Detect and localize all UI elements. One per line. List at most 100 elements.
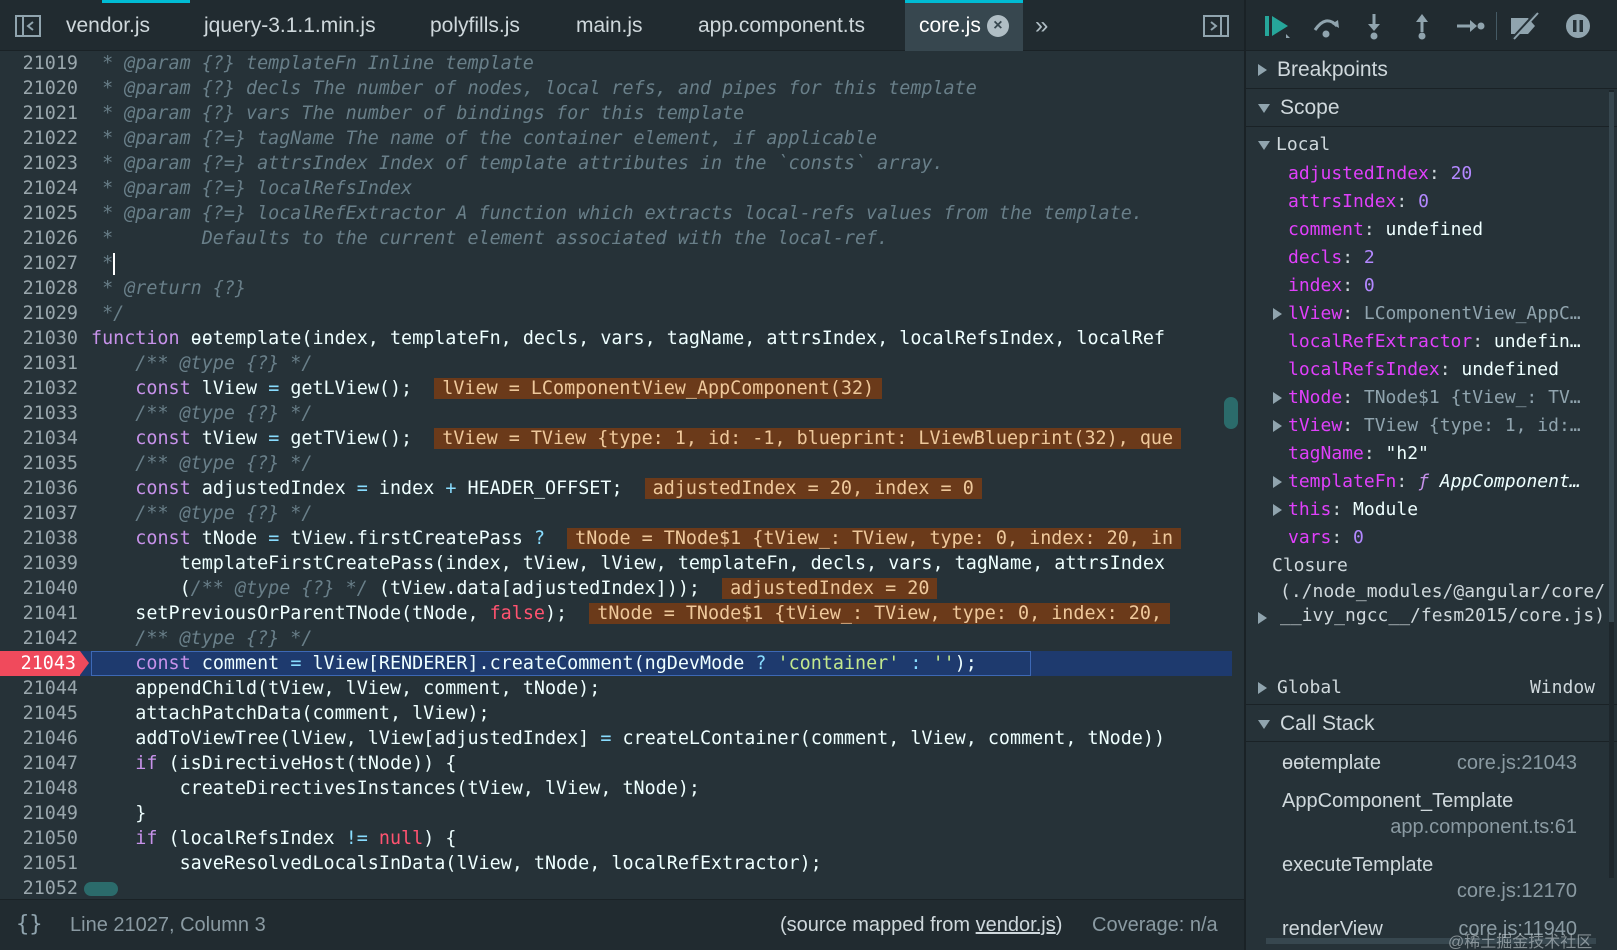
code-line[interactable]: 21029 */ [0,301,1232,326]
line-number[interactable]: 21019 [0,51,78,76]
code-line[interactable]: 21027 * [0,251,1232,276]
double-chevron-right-icon[interactable]: » [1035,12,1048,40]
execution-line-number[interactable]: 21043 [0,651,80,676]
code-line[interactable]: 21041 setPreviousOrParentTNode(tNode, fa… [0,601,1232,626]
step-out-icon[interactable] [1406,12,1438,40]
tab-vendor-js[interactable]: vendor.js [66,0,150,51]
line-number[interactable]: 21021 [0,101,78,126]
scope-variable[interactable]: this: Module [1246,496,1617,524]
line-number[interactable]: 21031 [0,351,78,376]
expand-arrow-icon[interactable] [1273,308,1282,320]
pause-on-exceptions-icon[interactable] [1562,12,1594,40]
line-number[interactable]: 21052 [0,876,78,899]
code-line[interactable]: 21019 * @param {?} templateFn Inline tem… [0,51,1232,76]
line-number[interactable]: 21027 [0,251,78,276]
code-line[interactable]: 21023 * @param {?=} attrsIndex Index of … [0,151,1232,176]
deactivate-breakpoints-icon[interactable] [1508,12,1540,40]
code-editor[interactable]: 21019 * @param {?} templateFn Inline tem… [0,51,1244,899]
code-line[interactable]: 21050 if (localRefsIndex != null) { [0,826,1232,851]
line-number[interactable]: 21044 [0,676,78,701]
call-frame[interactable]: AppComponent_Template app.component.ts:6… [1246,790,1617,848]
line-number[interactable]: 21024 [0,176,78,201]
code-line[interactable]: 21039 templateFirstCreatePass(index, tVi… [0,551,1232,576]
line-number[interactable]: 21034 [0,426,78,451]
close-icon[interactable]: × [986,15,1009,38]
code-line[interactable]: 21038 const tNode = tView.firstCreatePas… [0,526,1232,551]
line-number[interactable]: 21039 [0,551,78,576]
code-line[interactable]: 21033 /** @type {?} */ [0,401,1232,426]
vertical-scrollbar[interactable] [1224,397,1238,429]
scope-variable[interactable]: tNode: TNode$1 {tView_: TV… [1246,384,1617,412]
scope-variable[interactable]: tView: TView {type: 1, id:… [1246,412,1617,440]
horizontal-scrollbar[interactable] [84,882,118,896]
scope-variable[interactable]: decls: 2 [1246,244,1617,272]
debugger-scrollbar-thumb[interactable] [1609,92,1614,622]
expand-arrow-icon[interactable] [1273,420,1282,432]
line-number[interactable]: 21041 [0,601,78,626]
line-number[interactable]: 21020 [0,76,78,101]
line-number[interactable]: 21038 [0,526,78,551]
scope-variable[interactable]: localRefExtractor: undefin… [1246,328,1617,356]
sidebar-toggle-icon[interactable] [14,14,42,38]
breakpoints-section-header[interactable]: Breakpoints [1246,51,1617,89]
tab-main-js[interactable]: main.js [576,0,643,51]
code-line[interactable]: 21051 saveResolvedLocalsInData(lView, tN… [0,851,1232,876]
scope-variable[interactable]: localRefsIndex: undefined [1246,356,1617,384]
line-number[interactable]: 21026 [0,226,78,251]
expand-arrow-icon[interactable] [1273,392,1282,404]
tab-app-component[interactable]: app.component.ts [698,0,865,51]
line-number[interactable]: 21032 [0,376,78,401]
code-line[interactable]: 21049 } [0,801,1232,826]
pretty-print-icon[interactable]: {} [16,900,43,950]
scope-variable[interactable]: adjustedIndex: 20 [1246,160,1617,188]
code-line[interactable]: 21036 const adjustedIndex = index + HEAD… [0,476,1232,501]
line-number[interactable]: 21037 [0,501,78,526]
code-line[interactable]: 21030 function ɵɵtemplate(index, template… [0,326,1232,351]
scope-closure-row[interactable]: (./node_modules/@angular/core/__ivy_ngcc… [1246,580,1617,656]
code-line[interactable]: 21042 /** @type {?} */ [0,626,1232,651]
line-number[interactable]: 21025 [0,201,78,226]
line-number[interactable]: 21042 [0,626,78,651]
line-number[interactable]: 21045 [0,701,78,726]
code-line[interactable]: 21046 addToViewTree(lView, lView[adjuste… [0,726,1232,751]
code-line[interactable]: 21048 createDirectivesInstances(tView, l… [0,776,1232,801]
code-line[interactable]: 21028 * @return {?} [0,276,1232,301]
code-line[interactable]: 21052 [0,876,1232,899]
code-line[interactable]: 21025 * @param {?=} localRefExtractor A … [0,201,1232,226]
code-line[interactable]: 21047 if (isDirectiveHost(tNode)) { [0,751,1232,776]
line-number[interactable]: 21035 [0,451,78,476]
step-icon[interactable] [1454,12,1486,40]
code-line[interactable]: 21026 * Defaults to the current element … [0,226,1232,251]
tab-jquery[interactable]: jquery-3.1.1.min.js [204,0,376,51]
line-number[interactable]: 21030 [0,326,78,351]
scope-global-row[interactable]: Global Window [1246,674,1617,702]
code-line[interactable]: 21032 const lView = getLView(); lView = … [0,376,1232,401]
code-line[interactable]: 21044 appendChild(tView, lView, comment,… [0,676,1232,701]
scope-variable[interactable]: attrsIndex: 0 [1246,188,1617,216]
line-number[interactable]: 21050 [0,826,78,851]
scope-variable[interactable]: templateFn: ƒ AppComponent… [1246,468,1617,496]
scope-variable[interactable]: lView: LComponentView_AppC… [1246,300,1617,328]
code-line[interactable]: 21020 * @param {?} decls The number of n… [0,76,1232,101]
code-line[interactable]: 21022 * @param {?=} tagName The name of … [0,126,1232,151]
line-number[interactable]: 21028 [0,276,78,301]
line-number[interactable]: 21036 [0,476,78,501]
code-line[interactable]: 21034 const tView = getTView(); tView = … [0,426,1232,451]
code-line[interactable]: 21040 (/** @type {?} */ (tView.data[adju… [0,576,1232,601]
execution-line[interactable]: 21043 const comment = lView[RENDERER].cr… [0,651,1232,676]
line-number[interactable]: 21023 [0,151,78,176]
code-line[interactable]: 21037 /** @type {?} */ [0,501,1232,526]
line-number[interactable]: 21040 [0,576,78,601]
source-map-link[interactable]: vendor.js [976,914,1056,936]
line-number[interactable]: 21029 [0,301,78,326]
step-over-icon[interactable] [1310,12,1342,40]
code-line[interactable]: 21024 * @param {?=} localRefsIndex [0,176,1232,201]
debugger-toggle-icon[interactable] [1202,14,1230,38]
scope-closure-label[interactable]: Closure [1246,552,1617,580]
step-into-icon[interactable] [1358,12,1390,40]
line-number[interactable]: 21033 [0,401,78,426]
scope-section-header[interactable]: Scope [1246,89,1617,127]
expand-arrow-icon[interactable] [1258,612,1267,624]
call-frame[interactable]: ɵɵtemplate core.js:21043 [1246,752,1617,782]
expand-arrow-icon[interactable] [1273,504,1282,516]
